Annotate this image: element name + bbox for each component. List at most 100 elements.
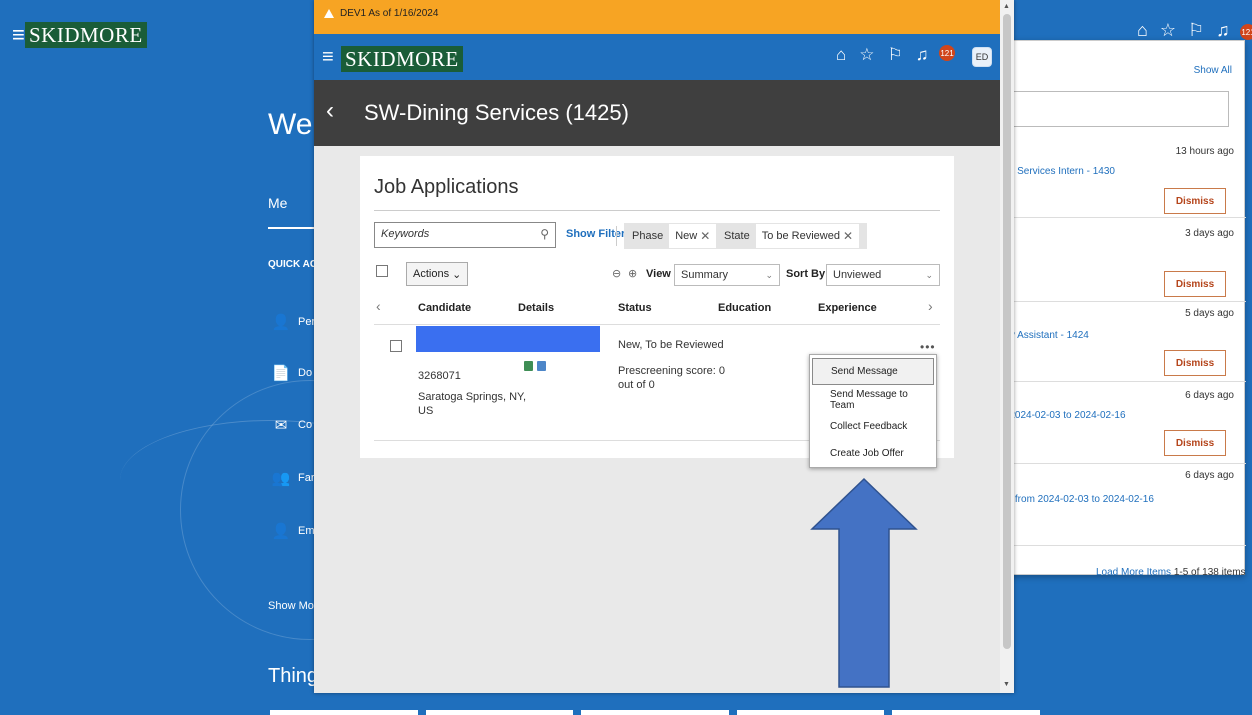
quick-action-personal[interactable]: 👤 Per [272, 313, 315, 331]
application-status: New, To be Reviewed [618, 339, 724, 351]
notification-item: 3 days ago Dismiss [1001, 218, 1246, 302]
row-checkbox[interactable] [390, 340, 402, 352]
chevron-down-icon: ⌄ [452, 268, 462, 281]
notification-link[interactable]: n 2024-02-03 to 2024-02-16 [1001, 410, 1126, 421]
column-header-education[interactable]: Education [718, 302, 771, 314]
filter-chip-phase[interactable]: Phase New ✕ [624, 223, 725, 249]
notification-link[interactable]: ary Assistant - 1424 [1001, 330, 1089, 341]
notification-item: 6 days ago an from 2024-02-03 to 2024-02… [1001, 464, 1246, 546]
menu-icon[interactable]: ≡ [12, 22, 25, 48]
notifications-panel: Show All 13 hours ago ing Services Inter… [1000, 40, 1246, 578]
notification-time: 13 hours ago [1175, 146, 1234, 157]
resume-icon[interactable] [524, 361, 533, 371]
keywords-input[interactable]: Keywords ⚲ [374, 222, 556, 248]
person-icon: 👤 [271, 314, 291, 331]
select-all-checkbox[interactable] [376, 265, 388, 277]
scrollbar-thumb[interactable] [1003, 14, 1011, 649]
flag-icon[interactable]: ⚐ [888, 45, 903, 65]
scroll-left-icon[interactable]: ‹ [376, 298, 381, 314]
bottom-cards [270, 710, 1040, 715]
bell-icon[interactable]: ♫ [1216, 20, 1230, 41]
scroll-down-icon[interactable]: ▼ [1003, 681, 1010, 688]
notification-link[interactable]: ing Services Intern - 1430 [1001, 166, 1115, 177]
notification-item: 13 hours ago ing Services Intern - 1430 … [1001, 136, 1246, 218]
quick-action-contact[interactable]: ✉ Co [272, 416, 312, 434]
remove-filter-icon[interactable]: ✕ [843, 229, 853, 243]
notification-link[interactable]: an from 2024-02-03 to 2024-02-16 [1001, 494, 1154, 505]
divider [374, 324, 940, 325]
avatar[interactable]: ED [972, 47, 992, 67]
annotation-arrow [810, 477, 918, 688]
quick-action-document[interactable]: 📄 Do [272, 364, 312, 382]
prescreening-score: Prescreening score: 0 out of 0 [618, 365, 725, 391]
zoom-out-icon[interactable]: ⊖ [612, 267, 621, 280]
menu-item-collect-feedback[interactable]: Collect Feedback [812, 413, 934, 440]
scroll-right-icon[interactable]: › [928, 298, 933, 314]
row-actions-menu: Send Message Send Message to Team Collec… [809, 354, 937, 468]
notification-time: 6 days ago [1185, 390, 1234, 401]
view-select[interactable]: Summary ⌄ [674, 264, 780, 286]
remove-filter-icon[interactable]: ✕ [700, 229, 710, 243]
filter-chip-state[interactable]: State To be Reviewed ✕ [716, 223, 868, 249]
search-icon[interactable]: ⚲ [540, 227, 549, 241]
column-header-candidate[interactable]: Candidate [418, 302, 471, 314]
notification-time: 5 days ago [1185, 308, 1234, 319]
menu-icon[interactable]: ≡ [322, 46, 334, 69]
quick-action-employee[interactable]: 👤 Em [272, 522, 315, 540]
notification-badge: 121 [939, 45, 955, 61]
show-filters-link[interactable]: Show Filters [566, 228, 631, 240]
dismiss-button[interactable]: Dismiss [1164, 430, 1226, 456]
column-header-status[interactable]: Status [618, 302, 652, 314]
dismiss-button[interactable]: Dismiss [1164, 350, 1226, 376]
candidate-location: Saratoga Springs, NY, US [418, 391, 527, 417]
dismiss-button[interactable]: Dismiss [1164, 271, 1226, 297]
window-scrollbar[interactable]: ▲ ▼ [1000, 0, 1014, 693]
background-header-icons: ⌂ ☆ ⚐ ♫ [1137, 20, 1230, 41]
notifications-footer: Load More Items 1-5 of 138 items [1096, 567, 1246, 578]
scroll-up-icon[interactable]: ▲ [1003, 3, 1010, 10]
redacted-candidate-name [416, 326, 600, 352]
quick-action-family[interactable]: 👥 Far [272, 469, 315, 487]
envelope-icon: ✉ [274, 417, 288, 434]
bell-icon[interactable]: ♫ [916, 45, 929, 65]
page-title-bar: ‹ SW-Dining Services (1425) [314, 80, 1000, 146]
menu-item-send-message[interactable]: Send Message [812, 358, 934, 385]
menu-item-send-message-to-team[interactable]: Send Message to Team [812, 386, 934, 413]
home-icon[interactable]: ⌂ [836, 45, 846, 65]
star-icon[interactable]: ☆ [859, 45, 874, 65]
notification-time: 3 days ago [1185, 228, 1234, 239]
column-header-experience[interactable]: Experience [818, 302, 877, 314]
navbar-icons: ⌂ ☆ ⚐ ♫ [836, 45, 929, 65]
more-actions-icon[interactable]: ••• [920, 340, 936, 354]
profile-icon[interactable] [537, 361, 546, 371]
star-icon[interactable]: ☆ [1160, 20, 1176, 41]
home-icon[interactable]: ⌂ [1137, 20, 1148, 41]
load-more-link[interactable]: Load More Items [1096, 567, 1171, 578]
back-icon[interactable]: ‹ [326, 97, 334, 125]
notification-time: 6 days ago [1185, 470, 1234, 481]
actions-button[interactable]: Actions ⌄ [406, 262, 469, 286]
show-all-link[interactable]: Show All [1194, 65, 1232, 76]
notification-item: 5 days ago ary Assistant - 1424 Dismiss [1001, 302, 1246, 382]
column-header-details[interactable]: Details [518, 302, 554, 314]
tab-underline [268, 227, 314, 229]
tab-me[interactable]: Me [268, 195, 287, 211]
sort-by-label: Sort By [786, 268, 826, 280]
skidmore-logo[interactable]: SKIDMORE [341, 46, 463, 72]
view-label: View [646, 268, 671, 280]
flag-icon[interactable]: ⚐ [1188, 20, 1204, 41]
section-title: Job Applications [374, 176, 519, 198]
skidmore-logo[interactable]: SKIDMORE [25, 22, 147, 48]
menu-item-create-job-offer[interactable]: Create Job Offer [812, 440, 934, 467]
environment-banner: DEV1 As of 1/16/2024 [314, 0, 1014, 34]
sort-by-select[interactable]: Unviewed ⌄ [826, 264, 940, 286]
notifications-search-input[interactable] [1009, 91, 1229, 127]
chevron-down-icon: ⌄ [765, 269, 773, 280]
zoom-in-icon[interactable]: ⊕ [628, 267, 637, 280]
notification-badge: 121 [1240, 24, 1252, 40]
candidate-id: 3268071 [418, 370, 461, 382]
divider [374, 210, 940, 211]
dismiss-button[interactable]: Dismiss [1164, 188, 1226, 214]
top-navbar: ≡ SKIDMORE ⌂ ☆ ⚐ ♫ 121 ED [314, 34, 1000, 80]
employee-icon: 👤 [271, 523, 291, 540]
